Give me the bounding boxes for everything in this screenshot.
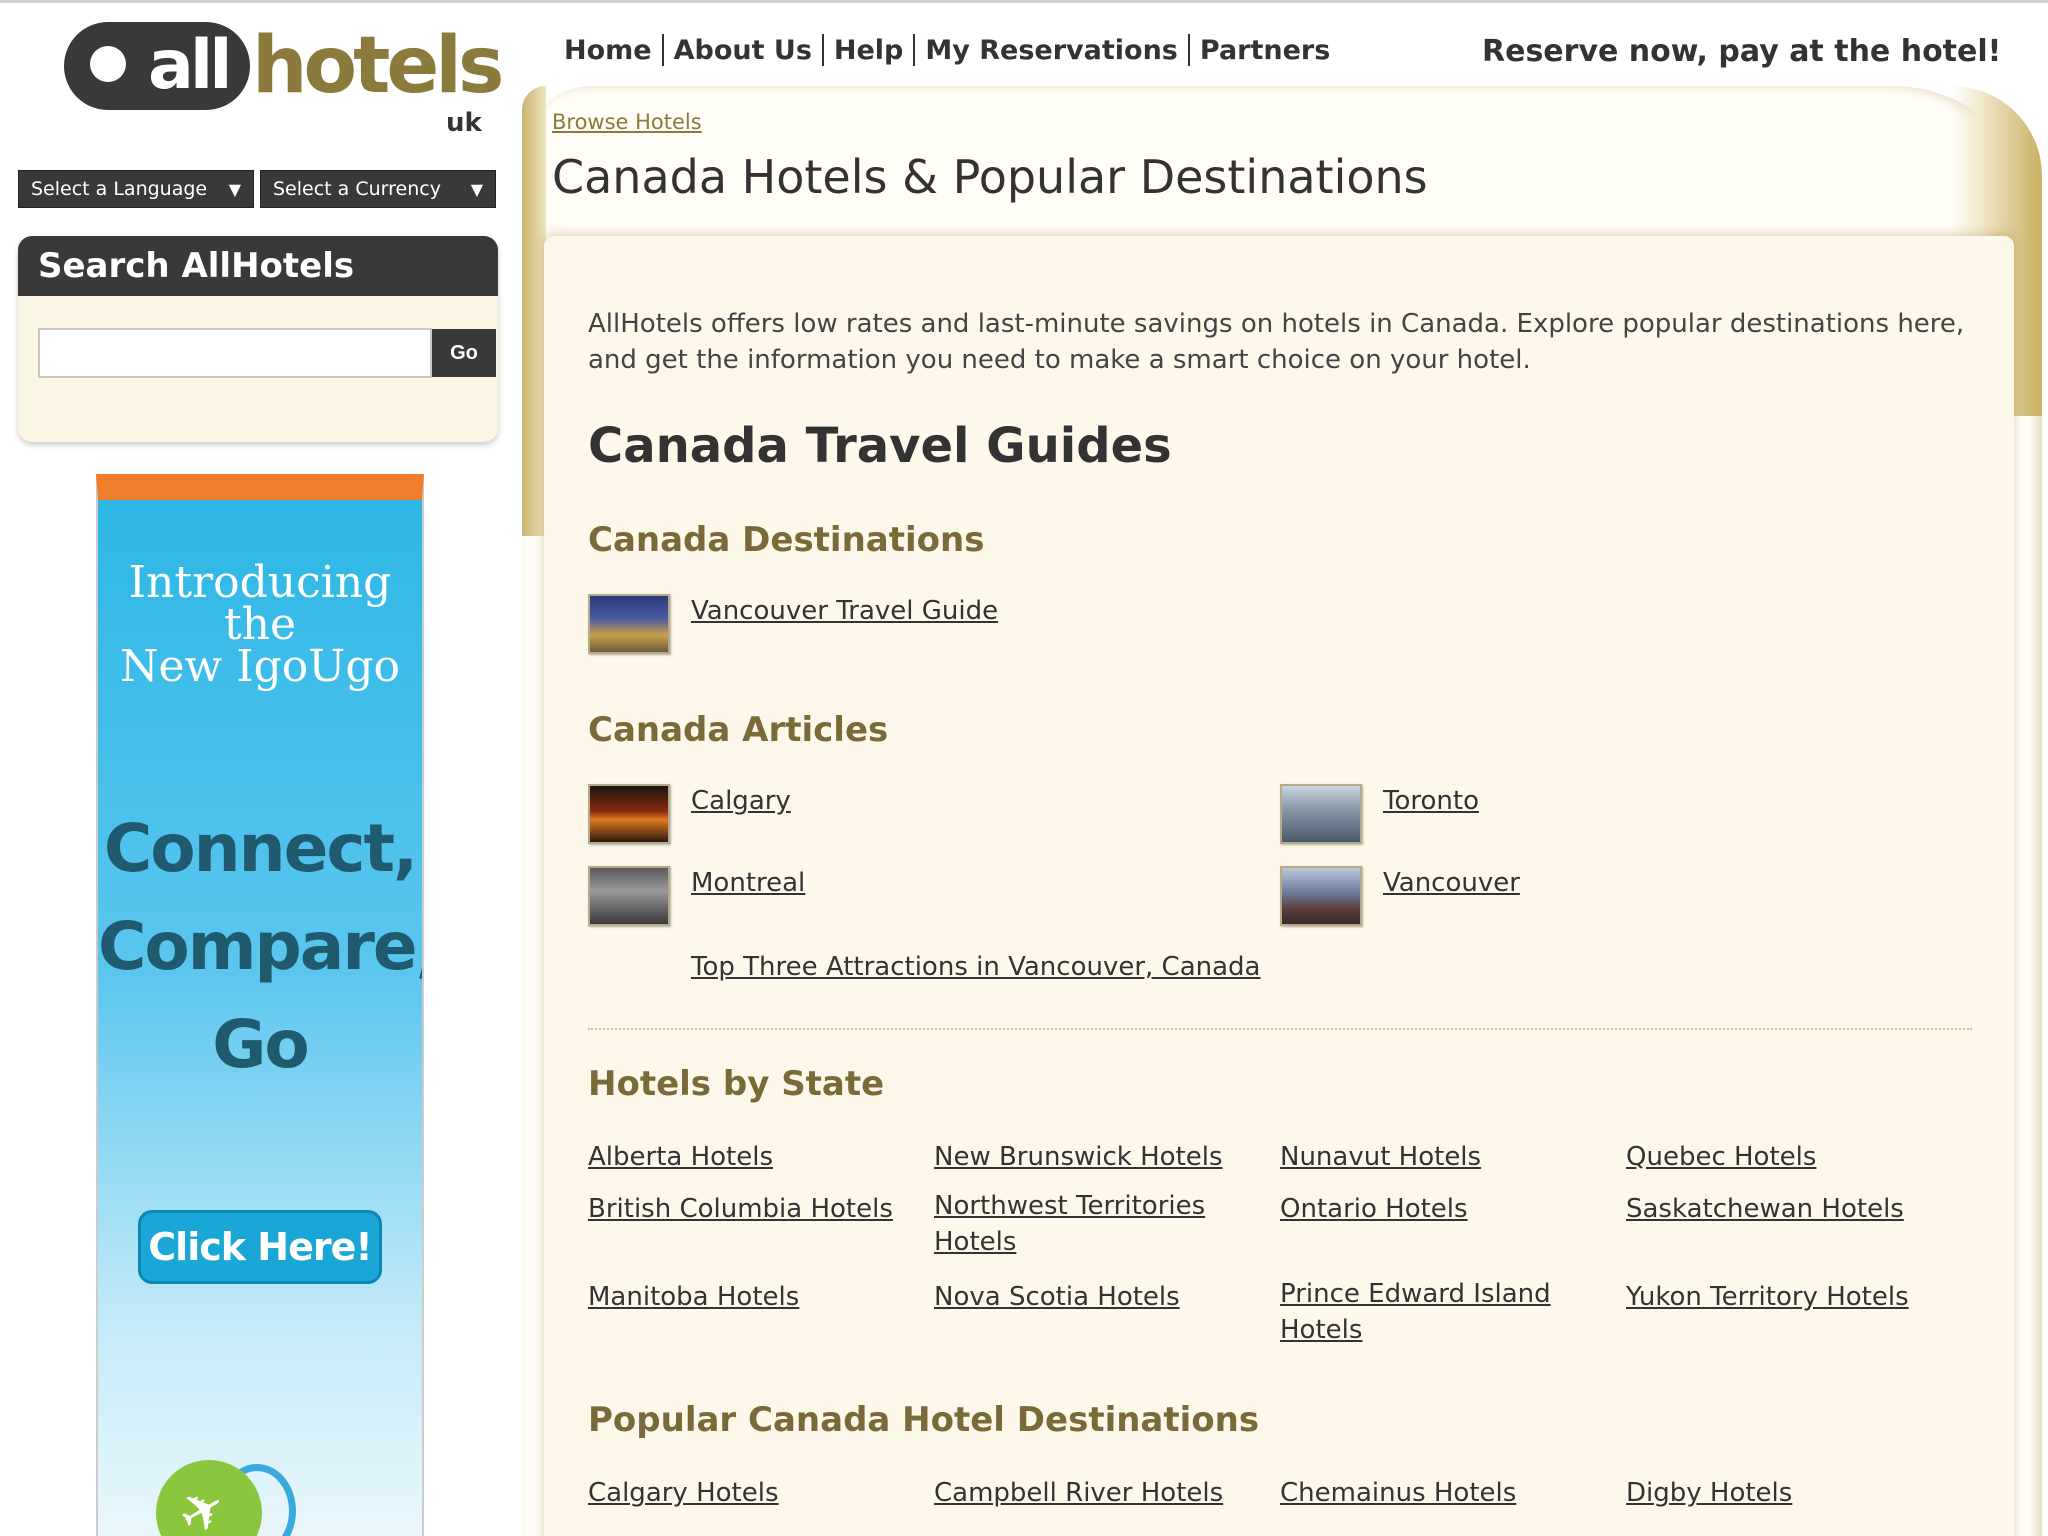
logo-text-all: all xyxy=(148,26,232,105)
calgary-thumbnail[interactable] xyxy=(588,784,670,844)
link-state-manitoba[interactable]: Manitoba Hotels xyxy=(588,1282,799,1312)
articles-heading: Canada Articles xyxy=(588,710,889,750)
link-state-nova-scotia[interactable]: Nova Scotia Hotels xyxy=(934,1282,1180,1312)
link-state-quebec[interactable]: Quebec Hotels xyxy=(1626,1142,1816,1172)
search-panel-title: Search AllHotels xyxy=(18,236,498,296)
ad-tag-line: Go xyxy=(212,1006,310,1083)
allhotels-logo[interactable]: all hotels uk xyxy=(64,18,504,138)
link-popular-calgary[interactable]: Calgary Hotels xyxy=(588,1478,779,1508)
search-go-button[interactable]: Go xyxy=(432,329,496,377)
travel-guides-heading: Canada Travel Guides xyxy=(588,418,1172,474)
nav-home[interactable]: Home xyxy=(564,35,662,66)
link-state-new-brunswick[interactable]: New Brunswick Hotels xyxy=(934,1142,1223,1172)
logo-dot-icon xyxy=(90,46,126,82)
search-row: Go xyxy=(38,328,498,380)
ad-tag-line: Compare, xyxy=(98,908,424,985)
intro-text: AllHotels offers low rates and last-minu… xyxy=(588,309,1965,375)
hotels-by-state-heading: Hotels by State xyxy=(588,1064,885,1104)
ad-intro-line: the xyxy=(223,599,297,650)
popular-destinations-heading: Popular Canada Hotel Destinations xyxy=(588,1400,1260,1440)
link-article-calgary[interactable]: Calgary xyxy=(691,786,791,816)
currency-select[interactable]: Select a Currency ▼ xyxy=(260,170,496,208)
montreal-thumbnail[interactable] xyxy=(588,866,670,926)
ad-intro: Introducing the New IgoUgo xyxy=(98,557,422,692)
language-select-label: Select a Language xyxy=(31,178,208,200)
nav-my-reservations[interactable]: My Reservations xyxy=(915,35,1188,66)
nav-help[interactable]: Help xyxy=(824,35,914,66)
nav-about-us[interactable]: About Us xyxy=(664,35,822,66)
link-vancouver-travel-guide[interactable]: Vancouver Travel Guide xyxy=(691,596,998,626)
header-tagline: Reserve now, pay at the hotel! xyxy=(1482,34,2002,69)
link-article-montreal[interactable]: Montreal xyxy=(691,868,805,898)
content-panel: AllHotels offers low rates and last-minu… xyxy=(544,236,2014,1536)
link-state-british-columbia[interactable]: British Columbia Hotels xyxy=(588,1194,893,1224)
chevron-down-icon: ▼ xyxy=(228,179,241,199)
link-state-ontario[interactable]: Ontario Hotels xyxy=(1280,1194,1468,1224)
search-input[interactable] xyxy=(38,328,432,378)
destinations-heading: Canada Destinations xyxy=(588,520,985,560)
top-nav: Home About Us Help My Reservations Partn… xyxy=(564,34,1340,66)
ad-intro-line: New IgoUgo xyxy=(120,641,400,692)
nav-partners[interactable]: Partners xyxy=(1190,35,1340,66)
link-state-prince-edward-island[interactable]: Prince Edward Island Hotels xyxy=(1280,1276,1580,1348)
ad-tagline: Connect, Compare, Go xyxy=(98,800,422,1094)
logo-text-hotels: hotels xyxy=(252,21,504,111)
link-popular-digby[interactable]: Digby Hotels xyxy=(1626,1478,1792,1508)
vancouver-guide-thumbnail[interactable] xyxy=(588,594,670,654)
link-state-nunavut[interactable]: Nunavut Hotels xyxy=(1280,1142,1481,1172)
link-state-saskatchewan[interactable]: Saskatchewan Hotels xyxy=(1626,1194,1904,1224)
vancouver-thumbnail[interactable] xyxy=(1280,866,1362,926)
top-border xyxy=(0,0,2048,3)
ad-tag-line: Connect, xyxy=(103,810,418,887)
link-state-alberta[interactable]: Alberta Hotels xyxy=(588,1142,773,1172)
search-panel: Search AllHotels Go xyxy=(18,236,498,442)
section-divider xyxy=(588,1028,1972,1030)
ad-intro-line: Introducing xyxy=(128,557,392,608)
currency-select-label: Select a Currency xyxy=(273,178,441,200)
breadcrumb-browse-hotels[interactable]: Browse Hotels xyxy=(552,110,702,134)
igougo-ad-banner[interactable]: Introducing the New IgoUgo Connect, Comp… xyxy=(96,474,424,1536)
link-article-top-three-attractions[interactable]: Top Three Attractions in Vancouver, Cana… xyxy=(691,952,1261,982)
language-select[interactable]: Select a Language ▼ xyxy=(18,170,254,208)
link-state-yukon-territory[interactable]: Yukon Territory Hotels xyxy=(1626,1282,1909,1312)
link-article-vancouver[interactable]: Vancouver xyxy=(1383,868,1520,898)
link-popular-campbell-river[interactable]: Campbell River Hotels xyxy=(934,1478,1223,1508)
chevron-down-icon: ▼ xyxy=(470,179,483,199)
link-state-northwest-territories[interactable]: Northwest Territories Hotels xyxy=(934,1188,1234,1260)
logo-region: uk xyxy=(446,108,482,138)
locale-selectors: Select a Language ▼ Select a Currency ▼ xyxy=(18,170,496,208)
link-popular-chemainus[interactable]: Chemainus Hotels xyxy=(1280,1478,1516,1508)
toronto-thumbnail[interactable] xyxy=(1280,784,1362,844)
page-title: Canada Hotels & Popular Destinations xyxy=(552,150,1428,204)
link-article-toronto[interactable]: Toronto xyxy=(1383,786,1479,816)
ad-click-here-button[interactable]: Click Here! xyxy=(138,1210,382,1284)
